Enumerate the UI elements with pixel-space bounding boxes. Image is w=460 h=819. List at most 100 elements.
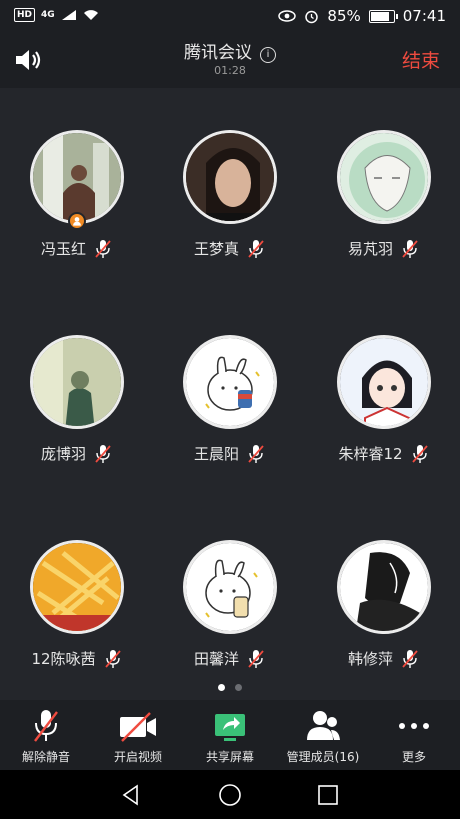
- participant-name: 12陈咏茜: [31, 650, 96, 668]
- microphone-muted-icon: [104, 649, 121, 668]
- alarm-icon: [305, 10, 319, 23]
- avatar-image: [185, 543, 274, 631]
- participant-grid: 冯玉红 王梦真 易芃羽庞博羽 王晨阳 朱梓睿12 12陈咏茜 田馨洋 韩修萍: [0, 88, 460, 700]
- participant-name: 朱梓睿12: [338, 445, 403, 463]
- avatar-wrap: [182, 540, 277, 634]
- avatar-image: [32, 543, 121, 631]
- participant-name: 冯玉红: [40, 240, 86, 258]
- participant-name-row: 庞博羽: [0, 443, 153, 464]
- participant-name: 庞博羽: [40, 445, 86, 463]
- meeting-title[interactable]: 腾讯会议 i: [0, 38, 460, 63]
- participant-name-row: 冯玉红: [0, 238, 153, 259]
- eye-icon: [278, 10, 297, 22]
- avatar-image: [32, 338, 121, 426]
- microphone-muted-icon: [248, 649, 264, 668]
- participant-name: 韩修萍: [347, 650, 393, 668]
- more-button[interactable]: 更多: [386, 708, 442, 765]
- back-icon[interactable]: [119, 783, 143, 807]
- avatar-image: [339, 338, 428, 426]
- participant-tile[interactable]: 韩修萍: [307, 540, 460, 669]
- participant-name-row: 易芃羽: [307, 238, 460, 259]
- meeting-toolbar: 解除静音 开启视频 共享屏幕 管理成员(16) 更多: [0, 700, 460, 770]
- avatar[interactable]: [29, 335, 124, 429]
- avatar-wrap: [182, 130, 277, 224]
- avatar-wrap: [29, 540, 124, 634]
- avatar-wrap: [29, 130, 124, 230]
- participant-name-row: 王晨阳: [153, 443, 306, 464]
- more-dots-icon: [399, 723, 429, 729]
- status-bar: HD 4G 85% 07:41: [0, 0, 460, 32]
- host-badge-icon: [67, 212, 86, 230]
- participant-name-row: 朱梓睿12: [307, 443, 460, 464]
- avatar-wrap: [336, 540, 431, 634]
- meeting-title-text: 腾讯会议: [184, 43, 252, 63]
- participant-name: 田馨洋: [193, 650, 239, 668]
- signal-icon: [61, 10, 76, 20]
- participant-name: 王梦真: [193, 240, 239, 258]
- info-icon[interactable]: i: [260, 47, 276, 63]
- network-4g-indicator: 4G: [41, 10, 55, 20]
- share-screen-icon: [215, 714, 245, 741]
- microphone-muted-icon: [248, 444, 264, 463]
- share-screen-button[interactable]: 共享屏幕: [200, 708, 260, 765]
- system-nav-bar: [0, 770, 460, 819]
- wifi-icon: [83, 10, 98, 20]
- end-meeting-button[interactable]: 结束: [402, 46, 440, 73]
- participant-tile[interactable]: 12陈咏茜: [0, 540, 153, 669]
- participant-name-row: 田馨洋: [153, 648, 306, 669]
- avatar[interactable]: [336, 130, 431, 224]
- start-video-label: 开启视频: [113, 750, 162, 764]
- page-dot[interactable]: [218, 684, 225, 691]
- unmute-button[interactable]: 解除静音: [16, 708, 76, 765]
- recents-icon[interactable]: [316, 783, 340, 807]
- participant-tile[interactable]: 田馨洋: [153, 540, 306, 669]
- avatar-wrap: [336, 130, 431, 224]
- participant-tile[interactable]: 冯玉红: [0, 130, 153, 259]
- avatar-wrap: [336, 335, 431, 429]
- hd-badge: HD: [14, 8, 36, 22]
- microphone-muted-icon: [411, 444, 428, 463]
- microphone-muted-icon: [402, 649, 418, 668]
- avatar[interactable]: [29, 540, 124, 634]
- participant-tile[interactable]: 易芃羽: [307, 130, 460, 259]
- avatar-wrap: [29, 335, 124, 429]
- microphone-muted-icon: [95, 444, 111, 463]
- share-screen-label: 共享屏幕: [205, 750, 254, 764]
- participant-tile[interactable]: 朱梓睿12: [307, 335, 460, 464]
- participant-name: 王晨阳: [193, 445, 239, 463]
- meeting-timer: 01:28: [214, 64, 246, 77]
- more-label: 更多: [401, 750, 426, 764]
- page-indicator: [0, 684, 460, 691]
- avatar[interactable]: [182, 335, 277, 429]
- meeting-header: 腾讯会议 i 01:28 结束: [0, 32, 460, 88]
- video-camera-off-icon: [120, 712, 156, 742]
- avatar[interactable]: [182, 130, 277, 224]
- battery-icon: [368, 9, 398, 23]
- manage-members-button[interactable]: 管理成员(16): [283, 708, 363, 765]
- avatar-image: [339, 133, 428, 221]
- participant-name-row: 韩修萍: [307, 648, 460, 669]
- avatar[interactable]: [29, 130, 124, 224]
- avatar[interactable]: [336, 540, 431, 634]
- clock: 07:41: [402, 7, 446, 25]
- microphone-muted-icon: [34, 710, 58, 742]
- participant-name: 易芃羽: [347, 240, 393, 258]
- avatar[interactable]: [336, 335, 431, 429]
- members-icon: [307, 711, 340, 740]
- battery-percent: 85%: [327, 7, 361, 25]
- page-dot[interactable]: [235, 684, 242, 691]
- avatar-wrap: [182, 335, 277, 429]
- avatar-image: [185, 338, 274, 426]
- manage-members-label: 管理成员(16): [286, 750, 360, 764]
- avatar-image: [339, 543, 428, 631]
- participant-tile[interactable]: 王梦真: [153, 130, 306, 259]
- home-icon[interactable]: [218, 783, 242, 807]
- start-video-button[interactable]: 开启视频: [108, 708, 168, 765]
- participant-tile[interactable]: 王晨阳: [153, 335, 306, 464]
- participant-tile[interactable]: 庞博羽: [0, 335, 153, 464]
- microphone-muted-icon: [248, 239, 264, 258]
- microphone-muted-icon: [95, 239, 111, 258]
- microphone-muted-icon: [402, 239, 418, 258]
- participant-name-row: 王梦真: [153, 238, 306, 259]
- avatar[interactable]: [182, 540, 277, 634]
